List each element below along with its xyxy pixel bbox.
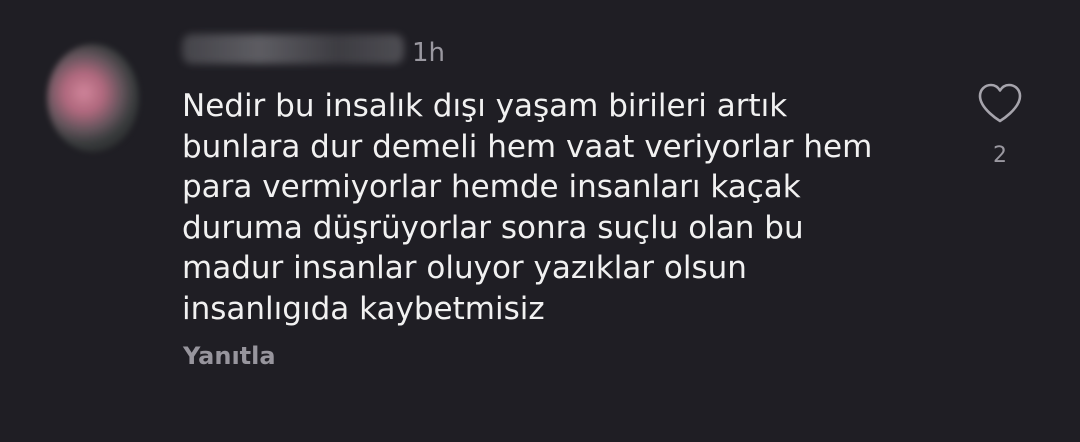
like-count: 2 [993, 143, 1007, 168]
comment-text: Nedir bu insalık dışı yaşam birileri art… [182, 88, 873, 327]
username-blurred[interactable] [182, 34, 404, 64]
reply-button[interactable]: Yanıtla [183, 340, 276, 372]
avatar[interactable] [47, 44, 139, 152]
comment: 1h Nedir bu insalık dışı yaşam birileri … [0, 0, 1080, 442]
timestamp: 1h [412, 38, 446, 68]
like-button[interactable] [976, 82, 1024, 124]
heart-outline-icon [978, 83, 1022, 123]
